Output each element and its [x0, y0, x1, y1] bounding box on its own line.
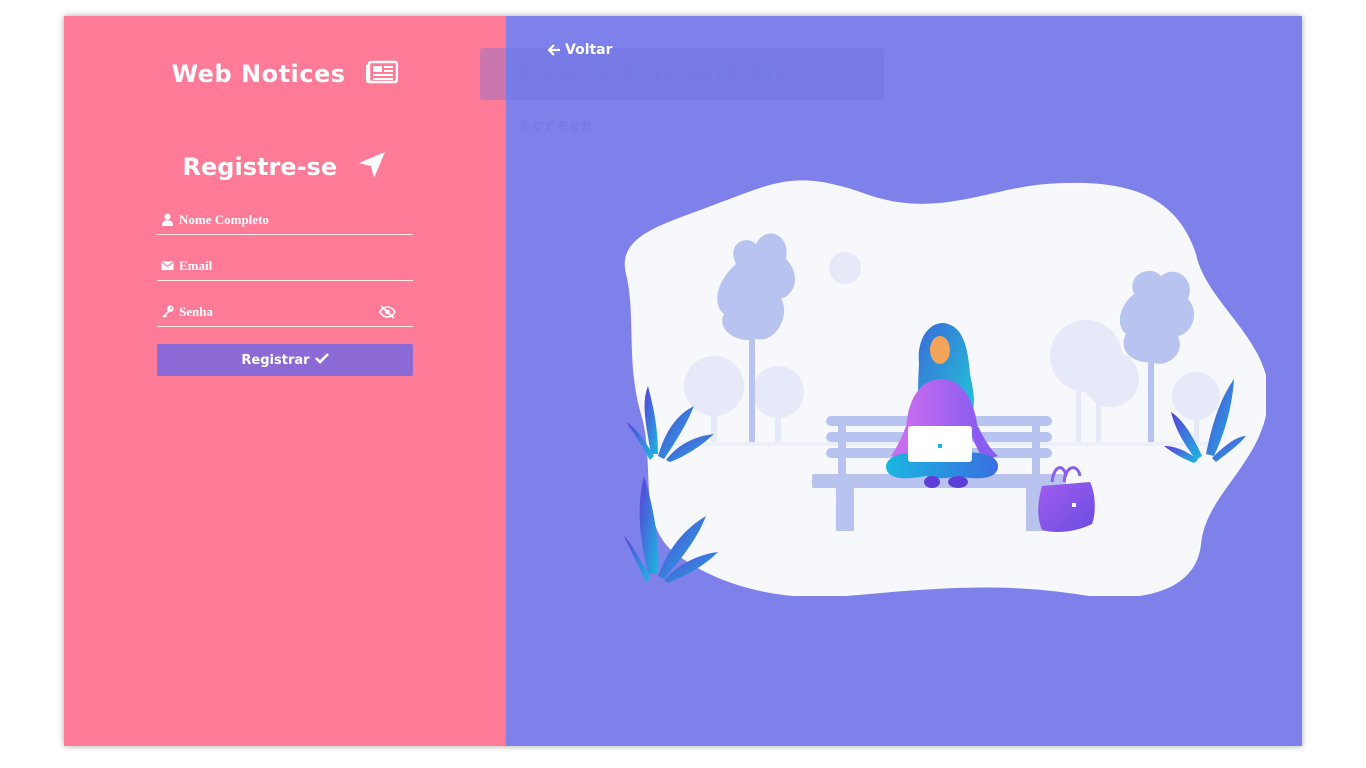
key-icon [161, 305, 175, 319]
brand-title: Web Notices [171, 60, 346, 88]
envelope-icon [161, 259, 175, 273]
eye-slash-icon[interactable] [379, 305, 396, 319]
fullscreen-hint-key: F11 [593, 62, 641, 86]
name-input[interactable] [179, 212, 379, 228]
register-button-label: Registrar [241, 352, 310, 368]
fullscreen-hint: Press F11 to exit full screen [480, 48, 884, 136]
fullscreen-hint-pre: Press [520, 64, 582, 84]
register-heading: Registre-se [64, 150, 506, 186]
register-title: Registre-se [182, 153, 338, 181]
email-field [157, 252, 413, 281]
register-form: Registrar [157, 206, 413, 376]
user-icon [161, 213, 175, 227]
sun [829, 252, 861, 284]
brand-header: Web Notices [64, 60, 506, 90]
back-label: Voltar [565, 42, 613, 58]
email-input[interactable] [179, 258, 379, 274]
app-window: Web Notices Registre-se Nome Completo Em… [64, 16, 1302, 746]
register-button[interactable]: Registrar [157, 344, 413, 376]
check-icon [314, 352, 329, 368]
back-link[interactable]: Voltar [547, 42, 613, 58]
illustration-panel: Press F11 to exit full screen Voltar [480, 16, 1302, 746]
park-bench-illustration [624, 180, 1266, 596]
register-panel: Web Notices Registre-se Nome Completo Em… [64, 16, 506, 746]
password-input[interactable] [179, 304, 379, 320]
paper-plane-icon [357, 150, 387, 186]
arrow-left-icon [547, 44, 560, 56]
name-field [157, 206, 413, 235]
password-field [157, 298, 413, 327]
newspaper-icon [366, 60, 399, 90]
